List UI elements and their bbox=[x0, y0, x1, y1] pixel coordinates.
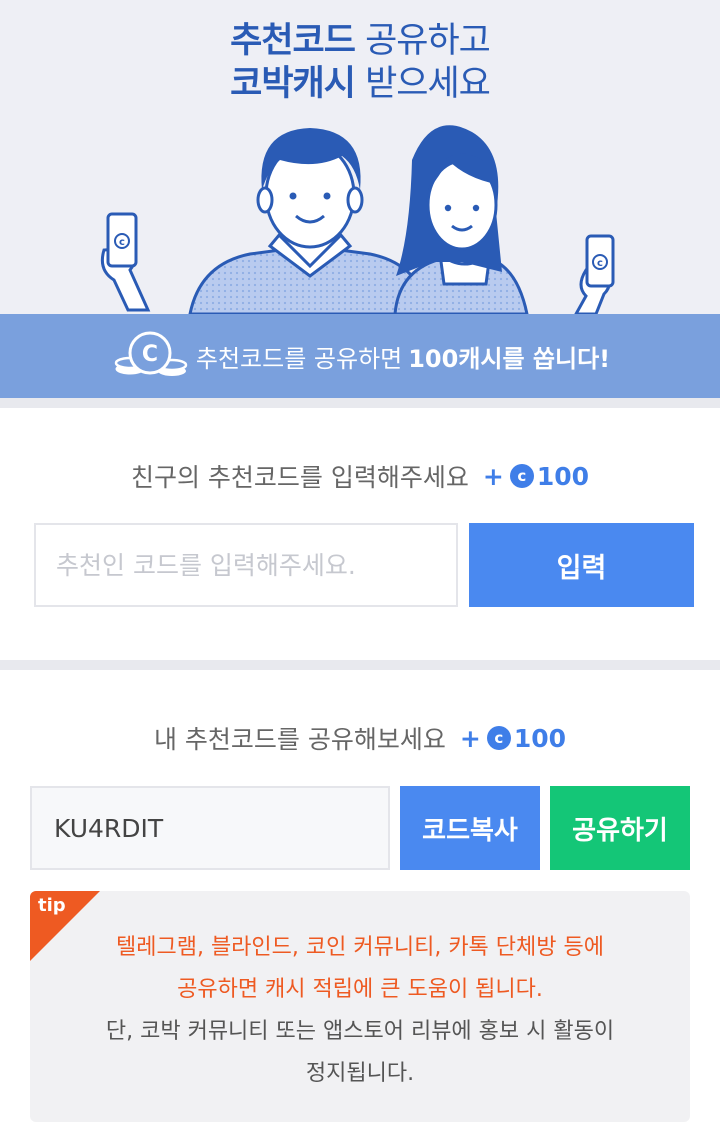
hero-section: 추천코드 공유하고 코박캐시 받으세요 c c bbox=[0, 0, 720, 314]
hero-title: 추천코드 공유하고 코박캐시 받으세요 bbox=[0, 20, 720, 106]
submit-code-button[interactable]: 입력 bbox=[469, 523, 694, 607]
right-phone-icon: c bbox=[574, 234, 615, 314]
referral-code-input[interactable] bbox=[34, 523, 458, 607]
share-button[interactable]: 공유하기 bbox=[550, 786, 690, 870]
tip-badge-label: tip bbox=[38, 895, 66, 916]
hero-illustration: c c bbox=[100, 125, 615, 314]
man-illustration bbox=[188, 128, 432, 314]
enter-reward: + c 100 bbox=[483, 462, 589, 491]
my-referral-code[interactable]: KU4RDIT bbox=[30, 786, 390, 870]
share-code-label: 내 추천코드를 공유해보세요 + c 100 bbox=[0, 720, 720, 756]
tip-line-2: 공유하면 캐시 적립에 큰 도움이 됩니다. bbox=[177, 977, 543, 1002]
share-reward: + c 100 bbox=[460, 724, 566, 753]
svg-text:c: c bbox=[597, 258, 603, 269]
reward-banner: C 추천코드를 공유하면 100캐시를 쏩니다! bbox=[0, 314, 720, 398]
banner-reward: 100캐시를 쏩니다! bbox=[408, 344, 611, 373]
section-divider bbox=[0, 398, 720, 408]
hero-title-text-2: 받으세요 bbox=[354, 64, 491, 104]
enter-reward-amount: 100 bbox=[536, 461, 590, 491]
woman-illustration bbox=[393, 125, 529, 314]
enter-code-label: 친구의 추천코드를 입력해주세요 + c 100 bbox=[0, 458, 720, 494]
left-phone-icon: c bbox=[100, 212, 151, 312]
hero-title-highlight-2: 코박캐시 bbox=[230, 64, 356, 104]
enter-code-label-text: 친구의 추천코드를 입력해주세요 bbox=[130, 463, 469, 492]
enter-reward-plus: + bbox=[482, 461, 504, 491]
banner-text: 추천코드를 공유하면 bbox=[195, 344, 403, 373]
svg-text:c: c bbox=[119, 237, 125, 248]
share-reward-plus: + bbox=[459, 723, 481, 753]
section-divider bbox=[0, 660, 720, 670]
svg-text:C: C bbox=[142, 342, 158, 367]
coin-icon: c bbox=[486, 726, 511, 750]
tip-line-1: 텔레그램, 블라인드, 코인 커뮤니티, 카톡 단체방 등에 bbox=[116, 935, 604, 960]
tip-text: 텔레그램, 블라인드, 코인 커뮤니티, 카톡 단체방 등에 공유하면 캐시 적… bbox=[30, 927, 690, 1095]
share-reward-amount: 100 bbox=[513, 723, 567, 753]
hero-title-text-1: 공유하고 bbox=[354, 21, 491, 61]
share-code-label-text: 내 추천코드를 공유해보세요 bbox=[153, 725, 446, 754]
tip-line-4: 정지됩니다. bbox=[305, 1061, 415, 1086]
tip-box: tip 텔레그램, 블라인드, 코인 커뮤니티, 카톡 단체방 등에 공유하면 … bbox=[30, 891, 690, 1122]
copy-code-button[interactable]: 코드복사 bbox=[400, 786, 540, 870]
hero-title-highlight-1: 추천코드 bbox=[230, 21, 356, 61]
coin-stack-icon: C bbox=[114, 331, 188, 376]
tip-line-3: 단, 코박 커뮤니티 또는 앱스토어 리뷰에 홍보 시 활동이 bbox=[105, 1019, 615, 1044]
coin-icon: c bbox=[509, 464, 534, 488]
